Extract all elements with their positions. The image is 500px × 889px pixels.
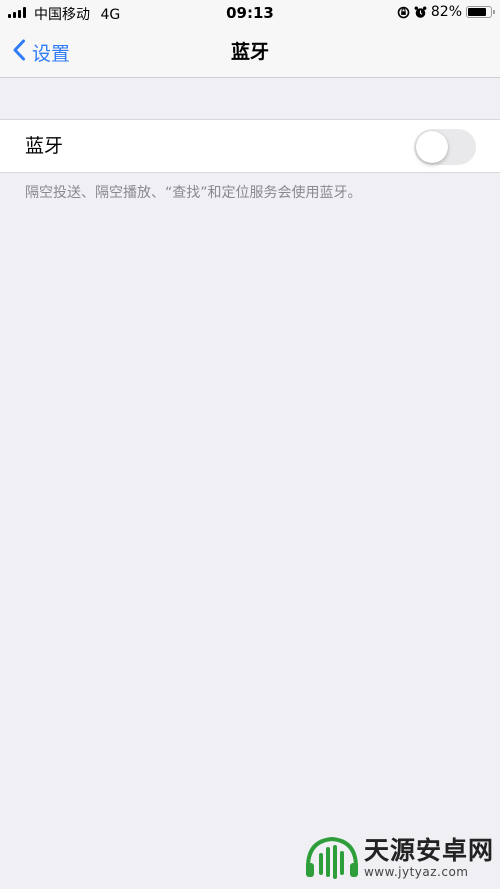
- android-logo-icon: [304, 833, 360, 883]
- toggle-knob: [416, 131, 448, 163]
- navigation-bar: 设置 蓝牙: [0, 26, 500, 78]
- battery-icon: [466, 6, 495, 18]
- bluetooth-row: 蓝牙: [0, 119, 500, 173]
- watermark: 天源安卓网 www.jytyaz.com: [304, 833, 494, 883]
- battery-percent: 82%: [430, 4, 462, 20]
- status-right: 82%: [397, 4, 495, 20]
- watermark-name: 天源安卓网: [363, 836, 494, 865]
- orientation-lock-icon: [397, 6, 410, 19]
- status-bar: 中国移动 4G 09:13 82%: [0, 0, 500, 26]
- bluetooth-description: 隔空投送、隔空播放、“查找”和定位服务会使用蓝牙。: [25, 185, 362, 201]
- watermark-text: 天源安卓网 www.jytyaz.com: [363, 836, 494, 880]
- page-title: 蓝牙: [230, 41, 269, 63]
- watermark-url: www.jytyaz.com: [363, 865, 469, 879]
- bluetooth-label: 蓝牙: [25, 135, 64, 157]
- battery-level: [468, 8, 486, 16]
- bluetooth-toggle[interactable]: [414, 129, 476, 165]
- alarm-icon: [414, 6, 427, 19]
